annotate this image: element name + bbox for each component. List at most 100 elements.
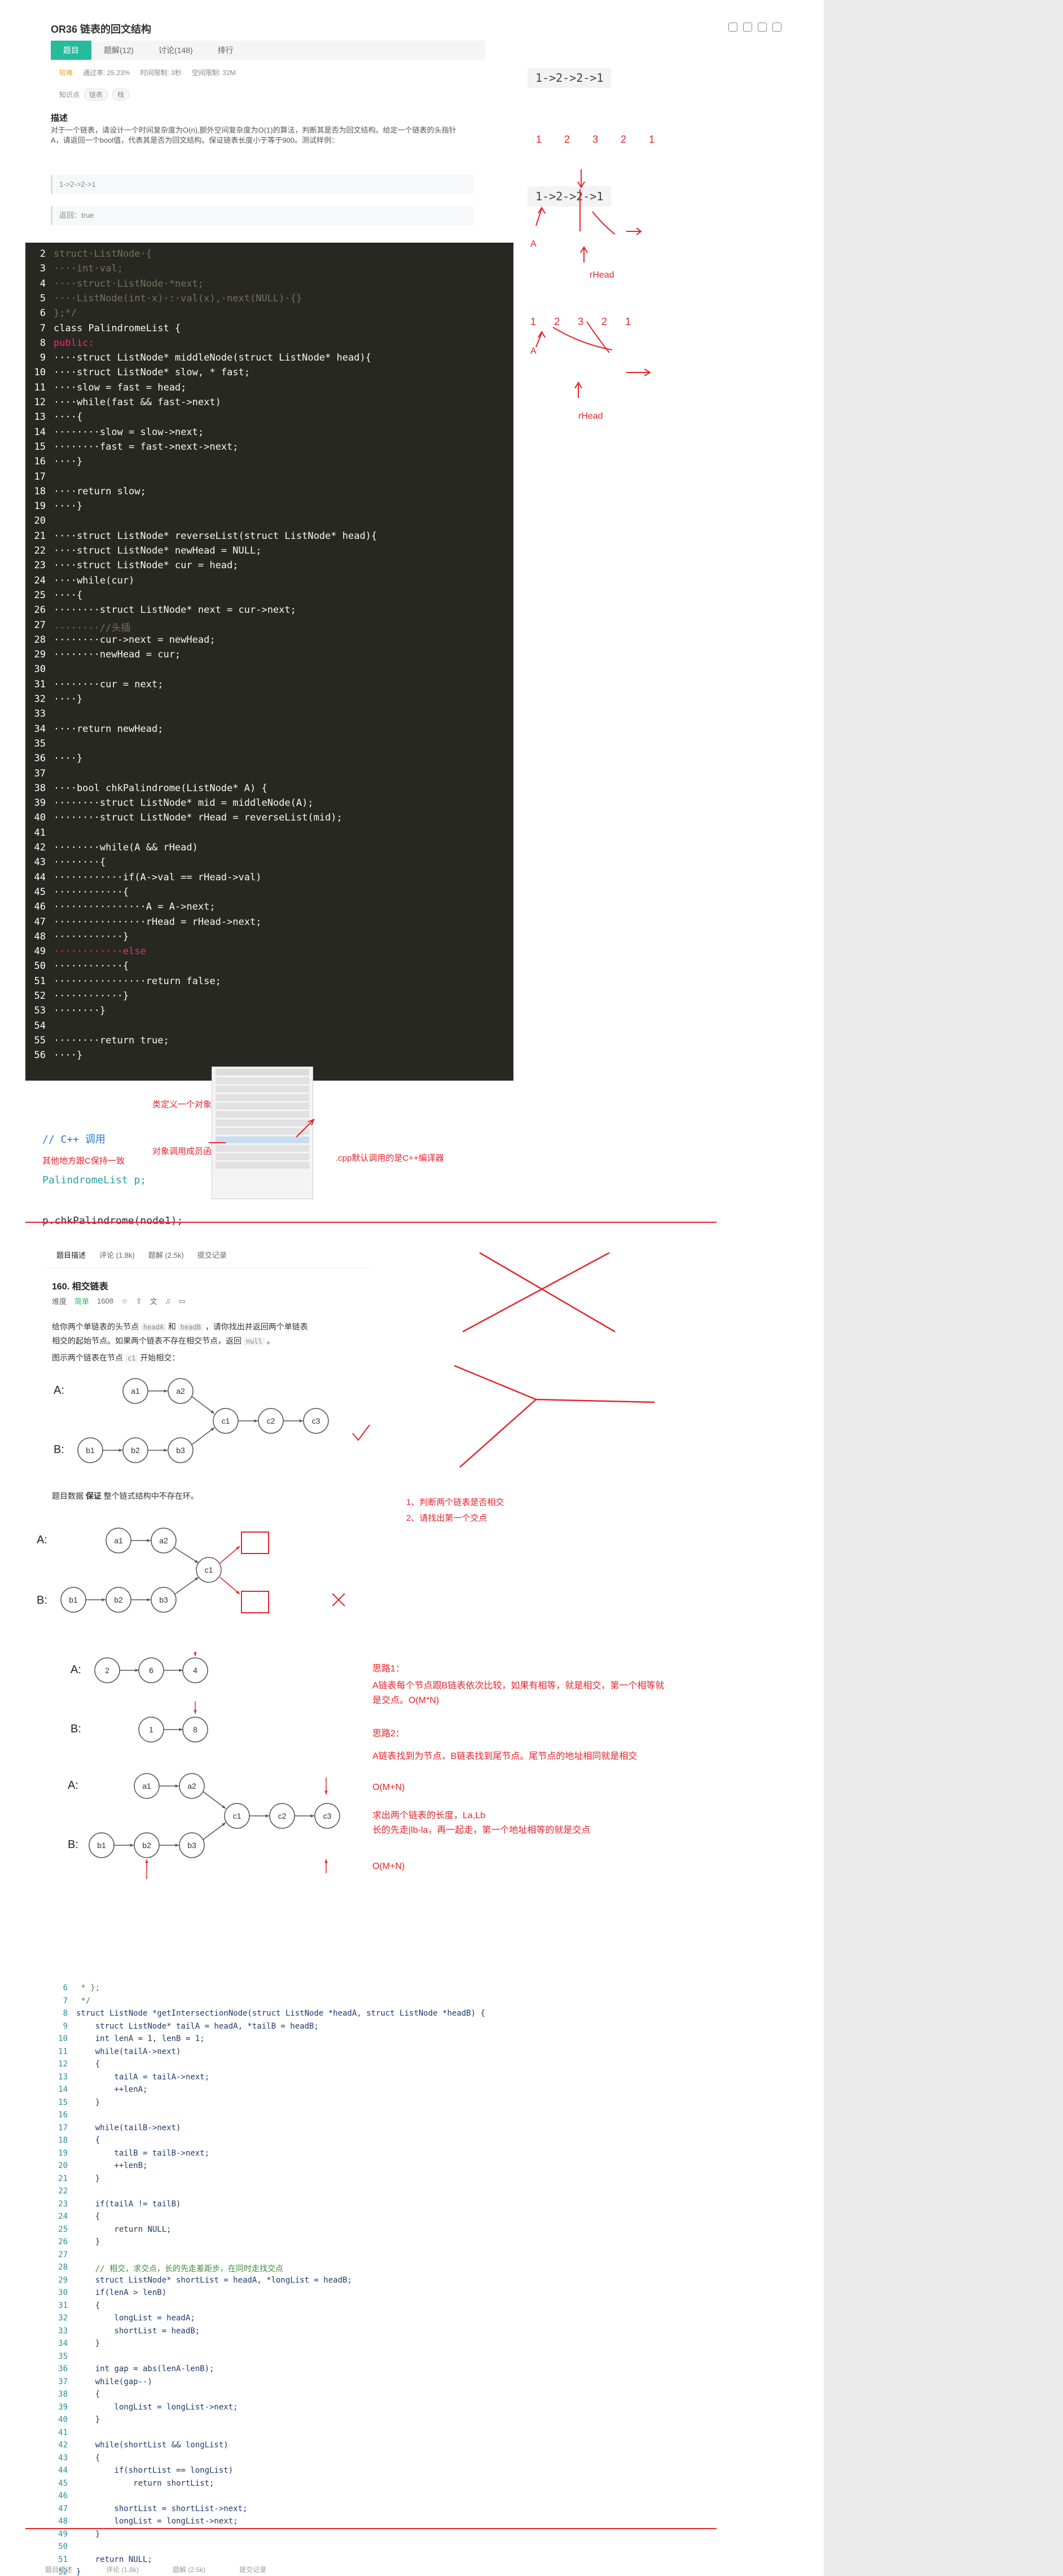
code-line: ····return newHead; (54, 723, 164, 735)
code-line: ········cur->next = newHead; (54, 634, 216, 646)
line-number: 32 (34, 694, 46, 705)
tab-submissions-next[interactable]: 提交记录 (239, 2565, 266, 2576)
tab-problem[interactable]: 题目 (51, 41, 91, 60)
line-number: 18 (58, 2136, 68, 2145)
line-number: 17 (34, 471, 46, 482)
line-number: 45 (58, 2478, 68, 2488)
list-label: A: (68, 1779, 78, 1792)
note-num: 2 (564, 134, 570, 145)
tab-solutions[interactable]: 题解(12) (91, 41, 146, 60)
code-line: tailB = tailB->next; (76, 2148, 210, 2158)
code-line: ····struct ListNode* newHead = NULL; (54, 545, 262, 556)
code-line: } (76, 2097, 100, 2107)
line-number: 56 (34, 1050, 46, 1061)
line-number: 12 (58, 2060, 68, 2069)
time-limit: 时间限制: 3秒 (140, 69, 182, 77)
call-line-1: PalindromeList p; (42, 1174, 147, 1186)
code-line: ····struct ListNode* middleNode(struct L… (54, 352, 371, 364)
tab-submissions[interactable]: 提交记录 (197, 1249, 227, 1260)
sample-output: 返回：true (51, 206, 474, 225)
code-line: ········cur = next; (54, 678, 164, 690)
code-line: ········while(A && rHead) (54, 842, 198, 853)
tab-discussion[interactable]: 讨论(148) (146, 41, 205, 60)
tab-description-next[interactable]: 题目描述 (45, 2565, 72, 2576)
line-number: 11 (34, 381, 46, 393)
line-number: 41 (34, 827, 46, 839)
tag-stack[interactable]: 栈 (112, 89, 130, 100)
bookmark-icon[interactable] (728, 23, 737, 32)
line-number: 50 (58, 2542, 68, 2551)
code-line: struct·ListNode·{ (54, 248, 152, 260)
cpp-call-snippet: // C++ 调用 PalindromeList p; p.chkPalindr… (42, 1106, 183, 1241)
tab-solutions[interactable]: 题解 (2.5k) (148, 1249, 184, 1260)
code-line: ····} (54, 1050, 83, 1061)
bell-icon[interactable]: ♫ (165, 1297, 171, 1305)
code-line: ····int·val; (54, 263, 123, 275)
line-number: 50 (34, 960, 46, 972)
code-line: * }; (76, 1983, 100, 1993)
note-idea1-body: A链表每个节点跟B链表依次比较，如果有相等，就是相交，第一个相等就 是交点。O(… (372, 1681, 665, 1705)
line-number: 37 (58, 2377, 68, 2386)
tab-ranking[interactable]: 排行 (205, 41, 246, 60)
list-node-label: a1 (114, 1536, 123, 1545)
section-divider-2 (25, 2528, 717, 2529)
line-number: 31 (58, 2301, 68, 2310)
translate-icon[interactable]: 文 (150, 1296, 157, 1306)
note-idea2-body: A链表找到为节点，B链表找到尾节点。尾节点的地址相同就是相交 (372, 1752, 638, 1761)
code-line: ················A = A->next; (54, 901, 216, 913)
code-line: return shortList; (76, 2478, 214, 2488)
comment-icon[interactable]: ▭ (178, 1297, 185, 1306)
note-num: 1 (649, 134, 655, 145)
code-line: longList = longList->next; (76, 2517, 238, 2526)
line-number: 10 (34, 367, 46, 379)
problem2-tabs: 题目描述 评论 (1.8k) 题解 (2.5k) 提交记录 (45, 1241, 372, 1269)
list-arrowhead (299, 1419, 303, 1423)
code-line: ····struct ListNode* cur = head; (54, 560, 239, 572)
line-number: 40 (58, 2415, 68, 2424)
code-line: { (76, 2060, 100, 2069)
line-number: 24 (34, 574, 46, 586)
list-arrow (174, 1577, 199, 1595)
line-number: 33 (58, 2326, 68, 2336)
info-icon[interactable] (772, 23, 781, 32)
code-line: ················return false; (54, 975, 221, 987)
share-icon[interactable]: ⇪ (136, 1297, 142, 1306)
line-number: 4 (39, 278, 46, 289)
code-line: if(shortList == longList) (76, 2466, 234, 2475)
list-label: A: (71, 1664, 81, 1676)
tag-linked-list[interactable]: 链表 (84, 89, 108, 100)
list-arrow (173, 1547, 199, 1564)
intersection-diagram: A: B: a1 a2 b1 b2 b3 c1 c2 c3 (54, 1378, 329, 1463)
code-line: ············{ (54, 886, 129, 898)
code-line: public: (54, 337, 94, 349)
tab-solutions-next[interactable]: 题解 (2.5k) (173, 2565, 205, 2576)
line-number: 43 (34, 857, 46, 868)
list-arrowhead (324, 1791, 328, 1794)
code-editor-intersection[interactable]: 6 * }; 7 */ 8 struct ListNode *getIntersect… (45, 1983, 615, 2576)
code-line: };*/ (54, 308, 77, 319)
line-number: 46 (34, 901, 46, 913)
list-label: B: (68, 1838, 78, 1851)
tab-comments-next[interactable]: 评论 (1.8k) (106, 2565, 139, 2576)
share-icon[interactable] (758, 23, 767, 32)
code-editor-palindrome[interactable]: 2 struct·ListNode·{3 ····int·val; 4 ····stru… (25, 243, 513, 1081)
list-label: B: (54, 1443, 64, 1456)
line-number: 9 (39, 352, 46, 364)
star-icon[interactable] (743, 23, 752, 32)
code-line: struct ListNode *getIntersectionNode(str… (76, 2009, 485, 2018)
code-line: ····while(fast && fast->next) (54, 397, 221, 408)
problem-meta: 较难 通过率: 25.23% 时间限制: 3秒 空间限制: 32M (59, 68, 236, 77)
tab-comments[interactable]: 评论 (1.8k) (99, 1249, 135, 1260)
tab-description[interactable]: 题目描述 (56, 1249, 86, 1260)
note-idea1-title: 思路1： (372, 1664, 405, 1674)
code-line: */ (76, 1996, 91, 2005)
code-line: struct ListNode* tailA = headA, *tailB =… (76, 2021, 319, 2031)
star-icon[interactable]: ☆ (121, 1297, 128, 1306)
code-line: } (76, 2174, 100, 2183)
code-line: int gap = abs(lenA-lenB); (76, 2364, 214, 2373)
line-number: 14 (58, 2085, 68, 2094)
like-count[interactable]: 1608 (97, 1297, 113, 1305)
line-number: 26 (34, 604, 46, 616)
line-number: 7 (63, 1996, 68, 2005)
pass-rate: 通过率: 25.23% (83, 69, 130, 77)
